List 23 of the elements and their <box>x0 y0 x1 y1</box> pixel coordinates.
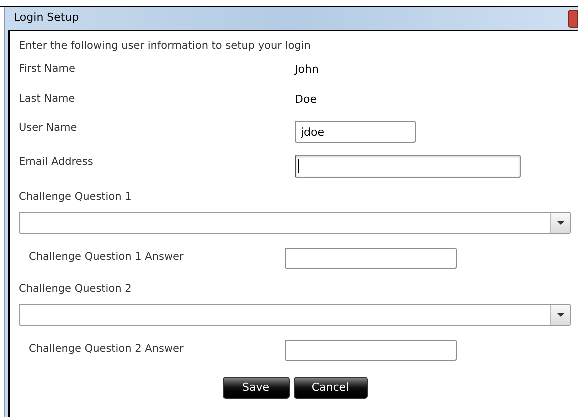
field-label: Challenge Question 2 Answer <box>28 342 185 358</box>
field-label: Challenge Question 1 Answer <box>28 250 185 266</box>
field-label: First Name <box>19 62 76 78</box>
caret-icon <box>556 220 564 225</box>
field-label: Last Name <box>19 92 76 108</box>
field-label: User Name <box>19 121 78 136</box>
window-title: Login Setup <box>14 10 80 26</box>
close-button[interactable] <box>568 10 578 28</box>
dropdown[interactable] <box>19 304 571 326</box>
input-field[interactable] <box>285 340 457 360</box>
field-label: Challenge Question 1 <box>19 190 133 206</box>
dialog-button[interactable]: Save <box>222 377 290 399</box>
field-value: John <box>295 62 319 78</box>
instruction-text: Enter the following user information to setup your login <box>19 39 312 54</box>
input-field[interactable]: jdoe <box>295 121 416 143</box>
field-value: Doe <box>295 92 317 108</box>
dialog-button[interactable]: Cancel <box>294 377 368 399</box>
input-field[interactable] <box>285 248 457 268</box>
field-label: Email Address <box>19 155 94 170</box>
field-label: Challenge Question 2 <box>19 282 133 298</box>
dropdown[interactable] <box>19 212 571 234</box>
caret-icon <box>556 312 564 317</box>
input-field[interactable] <box>295 154 521 178</box>
